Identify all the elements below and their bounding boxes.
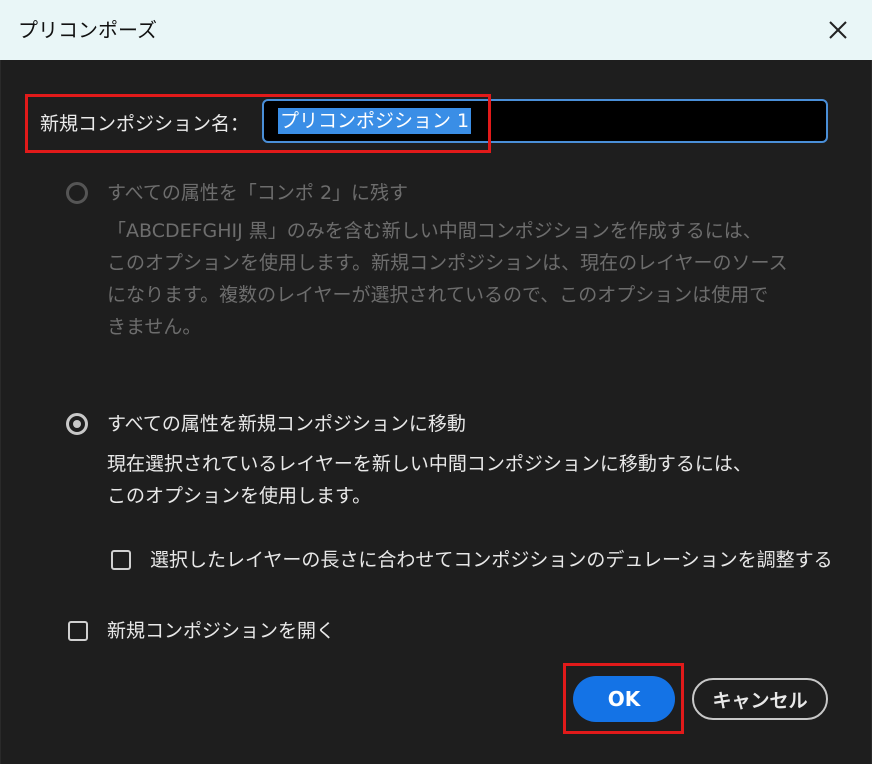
window-title: プリコンポーズ <box>18 18 157 42</box>
new-comp-name-label: 新規コンポジション名： <box>40 113 250 135</box>
open-new-comp-label: 新規コンポジションを開く <box>107 620 336 642</box>
radio-leave-attributes[interactable] <box>66 182 88 204</box>
new-comp-name-value: プリコンポジション 1 <box>278 108 472 134</box>
option-leave-title: すべての属性を「コンポ 2」に残す <box>107 182 409 204</box>
option-leave-description: 「ABCDEFGHIJ 黒」のみを含む新しい中間コンポジションを作成するには、 … <box>107 220 788 338</box>
option-move-description: 現在選択されているレイヤーを新しい中間コンポジションに移動するには、 このオプシ… <box>107 453 752 507</box>
close-icon <box>829 21 847 39</box>
adjust-duration-label: 選択したレイヤーの長さに合わせてコンポジションのデュレーションを調整する <box>150 549 833 571</box>
open-new-comp-checkbox[interactable] <box>68 621 88 641</box>
title-bar: プリコンポーズ <box>0 0 872 60</box>
radio-move-attributes[interactable] <box>66 413 88 435</box>
ok-button[interactable]: OK <box>573 676 675 722</box>
close-button[interactable] <box>818 10 858 50</box>
option-move-title: すべての属性を新規コンポジションに移動 <box>107 413 466 435</box>
new-comp-name-input[interactable]: プリコンポジション 1 <box>262 99 828 143</box>
cancel-button[interactable]: キャンセル <box>692 678 828 720</box>
adjust-duration-checkbox[interactable] <box>111 550 131 570</box>
